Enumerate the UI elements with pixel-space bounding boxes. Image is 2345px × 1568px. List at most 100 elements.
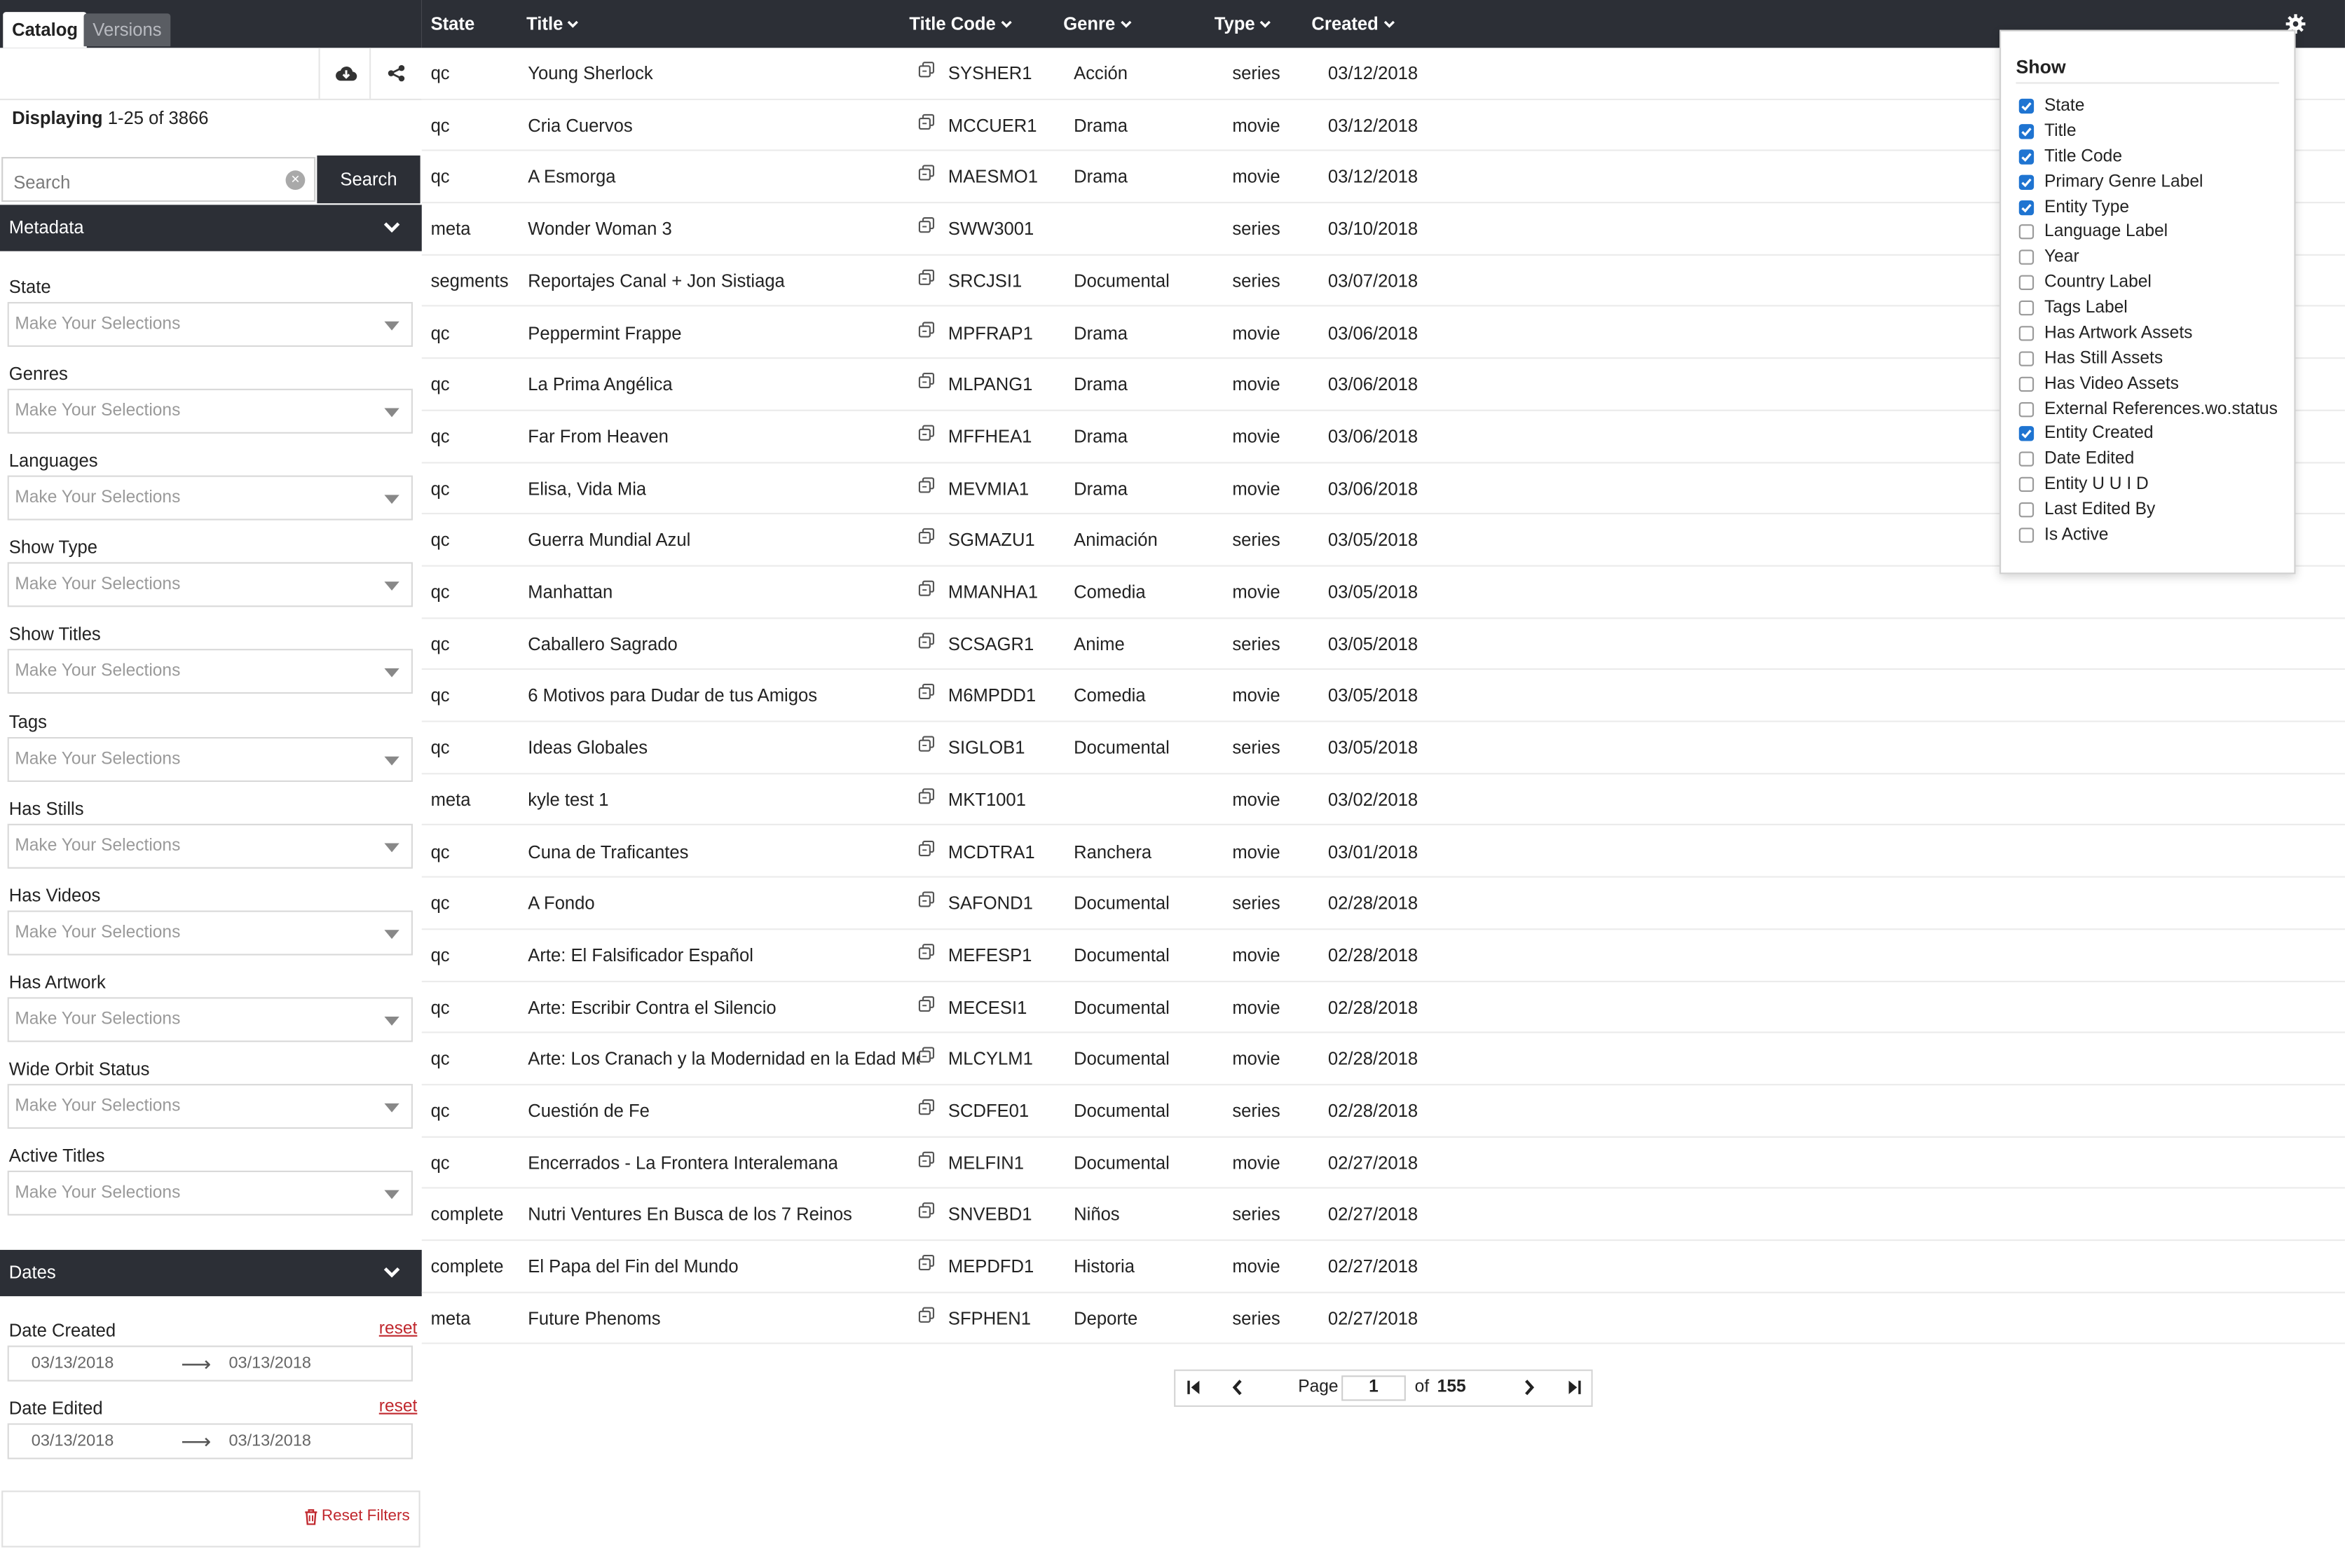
previous-page-icon[interactable] [1231,1378,1244,1396]
filter-select[interactable]: Make Your Selections [7,475,413,521]
column-option[interactable]: Entity U U I D [2018,473,2149,497]
table-row[interactable]: qc Cuestión de Fe SCDFE01 Documental series 0… [421,1085,2345,1138]
table-row[interactable]: complete El Papa del Fin del Mundo MEPDFD1… [421,1241,2345,1293]
column-option[interactable]: Title Code [2018,144,2122,168]
copy-icon[interactable] [918,839,935,860]
cell-title[interactable]: A Fondo [528,893,594,914]
last-page-icon[interactable] [1567,1378,1582,1396]
copy-icon[interactable] [918,373,935,394]
table-row[interactable]: qc Arte: El Falsificador Español MEFESP1 Do… [421,930,2345,982]
search-input[interactable] [10,170,286,195]
cell-title[interactable]: Elisa, Vida Mia [528,478,646,499]
cell-title[interactable]: El Papa del Fin del Mundo [528,1256,738,1277]
checkbox-unchecked-icon[interactable] [2018,224,2035,240]
checkbox-unchecked-icon[interactable] [2018,452,2035,467]
column-header-title[interactable]: Title [526,13,580,34]
cell-title[interactable]: Cuestión de Fe [528,1101,650,1122]
cell-title[interactable]: Arte: Escribir Contra el Silencio [528,996,776,1017]
checkbox-unchecked-icon[interactable] [2018,401,2035,417]
column-option[interactable]: Has Artwork Assets [2018,322,2192,345]
filter-select[interactable]: Make Your Selections [7,562,413,607]
copy-icon[interactable] [918,476,935,497]
filter-select[interactable]: Make Your Selections [7,996,413,1042]
cell-title[interactable]: Future Phenoms [528,1308,660,1329]
filter-select[interactable]: Make Your Selections [7,389,413,434]
cell-title[interactable]: Arte: El Falsificador Español [528,944,753,965]
table-row[interactable]: qc Manhattan MMANHA1 Comedia movie 03/05/2018 [421,567,2345,619]
column-option[interactable]: Has Video Assets [2018,372,2179,396]
download-button[interactable] [318,48,371,99]
table-row[interactable]: qc Arte: Los Cranach y la Modernidad en l… [421,1033,2345,1086]
copy-icon[interactable] [918,1307,935,1328]
copy-icon[interactable] [918,269,935,290]
table-row[interactable]: qc 6 Motivos para Dudar de tus Amigos M6MP… [421,670,2345,722]
column-header-created[interactable]: Created [1311,13,1395,34]
date-reset-link[interactable]: reset [379,1320,418,1338]
column-option[interactable]: Is Active [2018,523,2108,547]
column-header-title-code[interactable]: Title Code [909,13,1012,34]
column-option[interactable]: Country Label [2018,271,2152,295]
copy-icon[interactable] [918,580,935,601]
cell-title[interactable]: Cria Cuervos [528,115,632,136]
date-range-input[interactable]: 03/13/2018 ⟶ 03/13/2018 [7,1423,413,1459]
checkbox-checked-icon[interactable] [2018,199,2035,215]
copy-icon[interactable] [918,165,935,186]
checkbox-unchecked-icon[interactable] [2018,376,2035,392]
column-option[interactable]: Date Edited [2018,448,2134,472]
checkbox-unchecked-icon[interactable] [2018,351,2035,366]
table-row[interactable]: qc A Fondo SAFOND1 Documental series 02/28/20… [421,878,2345,930]
table-row[interactable]: meta Future Phenoms SFPHEN1 Deporte series 02… [421,1293,2345,1345]
next-page-icon[interactable] [1522,1378,1536,1396]
table-row[interactable]: qc Ideas Globales SIGLOB1 Documental series 0… [421,722,2345,774]
checkbox-checked-icon[interactable] [2018,123,2035,139]
copy-icon[interactable] [918,61,935,82]
cell-title[interactable]: Nutri Ventures En Busca de los 7 Reinos [528,1204,852,1225]
column-option[interactable]: Entity Created [2018,422,2154,446]
cell-title[interactable]: A Esmorga [528,167,615,188]
copy-icon[interactable] [918,788,935,809]
cell-title[interactable]: Young Sherlock [528,63,652,84]
clear-search-icon[interactable]: × [285,170,306,191]
cell-title[interactable]: Arte: Los Cranach y la Modernidad en la … [528,1048,919,1069]
table-row[interactable]: qc Cuna de Traficantes MCDTRA1 Ranchera movi… [421,826,2345,878]
column-option[interactable]: Has Still Assets [2018,347,2163,371]
table-row[interactable]: complete Nutri Ventures En Busca de los 7… [421,1189,2345,1242]
table-row[interactable]: qc Caballero Sagrado SCSAGR1 Anime series 03/… [421,619,2345,670]
checkbox-unchecked-icon[interactable] [2018,325,2035,341]
cell-title[interactable]: kyle test 1 [528,789,608,810]
checkbox-unchecked-icon[interactable] [2018,502,2035,518]
cell-title[interactable]: Peppermint Frappe [528,322,681,343]
checkbox-unchecked-icon[interactable] [2018,477,2035,493]
column-option[interactable]: Tags Label [2018,296,2128,320]
filter-select[interactable]: Make Your Selections [7,909,413,955]
column-header-state[interactable]: State [431,13,475,34]
copy-icon[interactable] [918,528,935,549]
column-option[interactable]: Language Label [2018,221,2168,245]
cell-title[interactable]: 6 Motivos para Dudar de tus Amigos [528,685,817,706]
checkbox-unchecked-icon[interactable] [2018,249,2035,266]
cell-title[interactable]: Cuna de Traficantes [528,841,688,862]
checkbox-unchecked-icon[interactable] [2018,300,2035,316]
page-number-input[interactable]: 1 [1341,1375,1406,1401]
cell-title[interactable]: Manhattan [528,582,613,603]
cell-title[interactable]: Wonder Woman 3 [528,219,671,240]
first-page-icon[interactable] [1186,1378,1201,1396]
copy-icon[interactable] [918,1202,935,1223]
checkbox-unchecked-icon[interactable] [2018,275,2035,291]
copy-icon[interactable] [918,217,935,238]
column-option[interactable]: Primary Genre Label [2018,170,2203,193]
copy-icon[interactable] [918,1099,935,1120]
cell-title[interactable]: Encerrados - La Frontera Interalemana [528,1153,838,1174]
dates-section-header[interactable]: Dates [0,1249,422,1297]
checkbox-checked-icon[interactable] [2018,174,2035,190]
cell-title[interactable]: Ideas Globales [528,737,648,758]
column-option[interactable]: Year [2018,246,2079,270]
filter-select[interactable]: Make Your Selections [7,823,413,868]
filter-select[interactable]: Make Your Selections [7,649,413,694]
reset-filters-button[interactable]: Reset Filters [303,1507,410,1525]
filter-select[interactable]: Make Your Selections [7,1083,413,1129]
copy-icon[interactable] [918,891,935,912]
metadata-section-header[interactable]: Metadata [0,205,422,252]
copy-icon[interactable] [918,425,935,446]
cell-title[interactable]: Guerra Mundial Azul [528,530,690,551]
